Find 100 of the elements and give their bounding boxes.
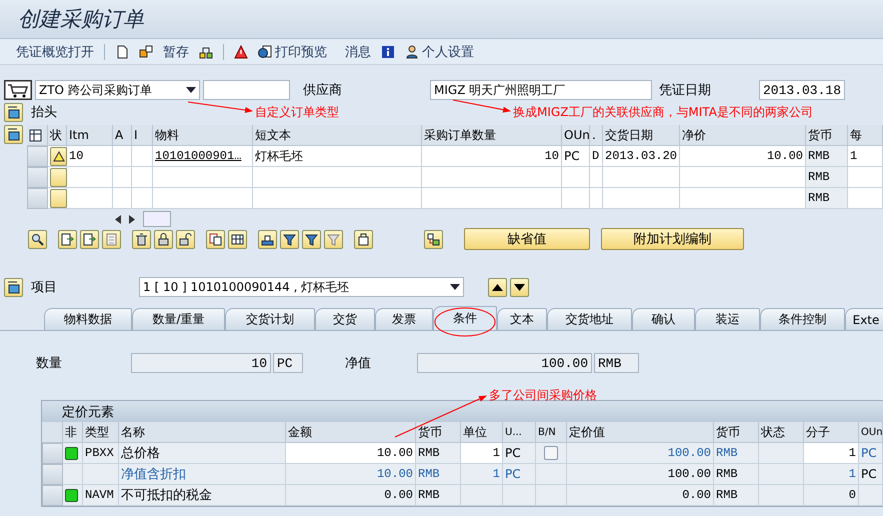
cart-icon[interactable] bbox=[4, 80, 32, 100]
scroll-right-icon[interactable] bbox=[129, 214, 135, 224]
material-link[interactable]: 10101000901… bbox=[155, 149, 242, 163]
person-icon[interactable] bbox=[405, 44, 419, 58]
globe-document-icon[interactable] bbox=[258, 44, 272, 58]
column-header[interactable]: 金额 bbox=[286, 422, 416, 443]
column-header[interactable]: 净价 bbox=[680, 125, 806, 146]
column-header[interactable]: OUn bbox=[859, 422, 883, 443]
tab[interactable]: 条件控制 bbox=[760, 308, 845, 330]
toolbar-button[interactable]: 个人设置 bbox=[405, 42, 474, 60]
toolbar-button[interactable]: 暂存 bbox=[163, 42, 189, 60]
tab[interactable]: 条件 bbox=[433, 306, 497, 330]
tab[interactable]: 数量/重量 bbox=[132, 308, 225, 330]
document-icon[interactable] bbox=[115, 44, 129, 58]
tab[interactable]: 确认 bbox=[632, 308, 695, 330]
column-header[interactable]: 分子 bbox=[804, 422, 859, 443]
magnifier-icon[interactable] bbox=[28, 230, 47, 248]
column-header[interactable]: Itm bbox=[67, 125, 113, 146]
order-number-field[interactable] bbox=[203, 80, 290, 100]
table-cell bbox=[562, 167, 590, 188]
tab[interactable]: 物料数据 bbox=[44, 308, 132, 330]
table-cell: RMB bbox=[806, 167, 848, 188]
column-header[interactable]: . bbox=[590, 125, 603, 146]
item-dropdown[interactable]: 1 [ 10 ] 1010100090144 , 灯杯毛坯 bbox=[139, 277, 464, 297]
network-icon[interactable] bbox=[424, 230, 443, 248]
grid-icon[interactable] bbox=[228, 230, 247, 248]
copy-icon[interactable] bbox=[206, 230, 225, 248]
order-type-dropdown[interactable]: ZTO 跨公司采购订单 bbox=[35, 80, 200, 100]
tab[interactable]: 装运 bbox=[695, 308, 760, 330]
column-header[interactable]: 每 bbox=[848, 125, 883, 146]
table-cell: 10 bbox=[422, 146, 562, 167]
column-header[interactable]: 货币 bbox=[416, 422, 461, 443]
column-header[interactable]: 状 bbox=[48, 125, 67, 146]
table-cell: RMB bbox=[806, 146, 848, 167]
table-cell bbox=[132, 188, 153, 209]
column-header[interactable]: 短文本 bbox=[253, 125, 422, 146]
column-header[interactable]: I bbox=[132, 125, 153, 146]
scrollbar-thumb[interactable] bbox=[143, 211, 171, 227]
table-cell: 净值含折扣 bbox=[119, 464, 286, 485]
column-header[interactable]: 类型 bbox=[83, 422, 119, 443]
bag-icon[interactable] bbox=[354, 230, 373, 248]
document-date-field[interactable]: 2013.03.18 bbox=[759, 80, 845, 100]
lock-icon[interactable] bbox=[154, 230, 173, 248]
nodes-icon[interactable] bbox=[199, 44, 213, 58]
table-cell: 10.00 bbox=[680, 146, 806, 167]
funnel-icon[interactable] bbox=[302, 230, 321, 248]
column-header[interactable]: 名称 bbox=[119, 422, 286, 443]
toolbar-button[interactable]: 凭证概览打开 bbox=[16, 42, 94, 60]
table-cell: 10.00 bbox=[286, 464, 416, 485]
stack-icon[interactable] bbox=[258, 230, 277, 248]
tab[interactable]: Exte bbox=[845, 308, 883, 330]
scroll-left-icon[interactable] bbox=[115, 214, 121, 224]
column-header[interactable]: B/N bbox=[536, 422, 567, 443]
toolbar-button[interactable]: 消息 bbox=[345, 42, 371, 60]
default-values-button[interactable]: 缺省值 bbox=[464, 228, 590, 250]
header-toggle-icon[interactable] bbox=[4, 102, 23, 122]
table-cell: RMB bbox=[806, 188, 848, 209]
trash-icon[interactable] bbox=[132, 230, 151, 248]
info-icon[interactable] bbox=[381, 44, 395, 58]
column-header[interactable]: 状态 bbox=[759, 422, 804, 443]
select-all-icon[interactable] bbox=[27, 125, 48, 146]
unlock-icon[interactable] bbox=[176, 230, 195, 248]
table-cell: PC bbox=[503, 464, 536, 485]
column-header[interactable]: 采购订单数量 bbox=[422, 125, 562, 146]
tab[interactable]: 交货计划 bbox=[225, 308, 315, 330]
column-header[interactable]: 非 bbox=[63, 422, 83, 443]
header-cell bbox=[42, 422, 63, 443]
tab[interactable]: 文本 bbox=[497, 308, 547, 330]
table-cell: 1 bbox=[848, 146, 883, 167]
tab[interactable]: 交货地址 bbox=[547, 308, 632, 330]
schedule-button[interactable]: 附加计划编制 bbox=[601, 228, 744, 250]
window-title: 创建采购订单 bbox=[18, 6, 144, 33]
column-header[interactable]: 交货日期 bbox=[603, 125, 680, 146]
table-cell: PC bbox=[562, 146, 590, 167]
column-header[interactable]: 定价值 bbox=[567, 422, 714, 443]
tab[interactable]: 交货 bbox=[315, 308, 375, 330]
tab[interactable]: 发票 bbox=[375, 308, 433, 330]
column-header[interactable]: OUn bbox=[562, 125, 590, 146]
arrow-up-icon[interactable] bbox=[488, 278, 507, 296]
column-header[interactable]: 物料 bbox=[153, 125, 253, 146]
column-header[interactable]: A bbox=[113, 125, 132, 146]
item-label: 项目 bbox=[31, 279, 58, 296]
caret-icon[interactable] bbox=[450, 284, 460, 290]
checkbox[interactable] bbox=[544, 446, 558, 460]
vendor-field[interactable]: MIGZ 明天广州照明工厂 bbox=[430, 80, 652, 100]
column-header[interactable]: U... bbox=[503, 422, 536, 443]
column-header[interactable]: 货币 bbox=[806, 125, 848, 146]
annotation-arrow bbox=[188, 102, 253, 113]
boxes-icon[interactable] bbox=[139, 44, 153, 58]
table-cell: 1 bbox=[461, 464, 503, 485]
funnel-icon[interactable] bbox=[280, 230, 299, 248]
header-toggle-icon[interactable] bbox=[4, 278, 23, 296]
toolbar-button[interactable]: 打印预览 bbox=[258, 42, 327, 60]
column-header[interactable]: 单位 bbox=[461, 422, 503, 443]
warning-icon[interactable] bbox=[234, 44, 248, 58]
arrow-down-icon[interactable] bbox=[510, 278, 529, 296]
header-toggle-icon[interactable] bbox=[4, 125, 23, 144]
table-cell bbox=[562, 188, 590, 209]
caret-icon[interactable] bbox=[186, 87, 196, 93]
column-header[interactable]: 货币 bbox=[714, 422, 759, 443]
